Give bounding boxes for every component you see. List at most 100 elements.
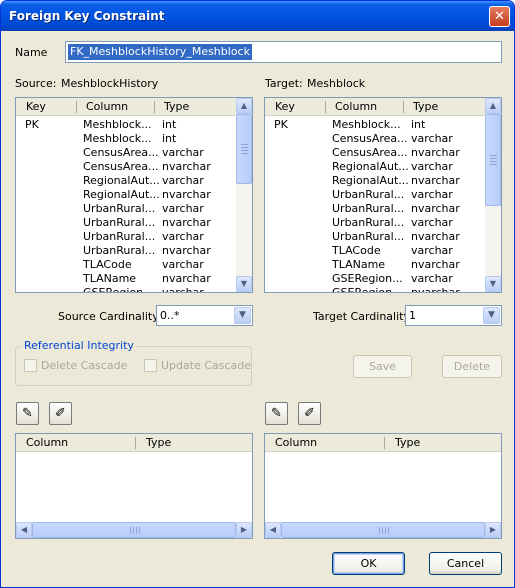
source-list-vscrollbar[interactable]: ▲ ▼	[236, 98, 252, 292]
row-type: int	[162, 118, 177, 131]
source-mapping-hscrollbar[interactable]: ◀ ▶	[16, 522, 252, 538]
table-row[interactable]: UrbanRural... nvarchar	[16, 244, 238, 258]
row-type: nvarchar	[411, 146, 460, 159]
row-type: nvarchar	[411, 202, 460, 215]
scroll-thumb[interactable]	[32, 522, 236, 538]
row-type: nvarchar	[411, 286, 460, 293]
table-row[interactable]: GSERegion... varchar	[16, 286, 238, 292]
target-list-vscrollbar[interactable]: ▲ ▼	[485, 98, 501, 292]
table-row[interactable]: PK Meshblock... int	[265, 118, 487, 132]
table-row[interactable]: CensusArea... varchar	[16, 146, 238, 160]
delete-button[interactable]: Delete	[442, 355, 502, 378]
source-columns-list[interactable]: Key Column Type PK Meshblock... int Meshblo…	[15, 97, 253, 293]
row-column: UrbanRural...	[83, 202, 156, 215]
row-type: nvarchar	[411, 258, 460, 271]
scroll-thumb[interactable]	[236, 114, 252, 184]
chevron-down-icon[interactable]: ▼	[234, 307, 251, 324]
row-type: nvarchar	[162, 160, 211, 173]
pencil-remove-icon: ✐	[304, 406, 315, 421]
source-cardinality-select[interactable]: 0..* ▼	[156, 305, 253, 326]
row-column: TLAName	[83, 272, 137, 285]
target-header-column[interactable]: Column	[335, 100, 377, 113]
table-row[interactable]: CensusArea... nvarchar	[265, 146, 487, 160]
delete-cascade-checkbox[interactable]	[24, 359, 37, 372]
row-type: varchar	[162, 174, 204, 187]
table-row[interactable]: UrbanRural... nvarchar	[265, 230, 487, 244]
scroll-left-icon[interactable]: ◀	[16, 522, 32, 538]
source-mapping-list[interactable]: Column Type ◀ ▶	[15, 433, 253, 539]
scroll-thumb[interactable]	[281, 522, 485, 538]
table-row[interactable]: UrbanRural... nvarchar	[16, 216, 238, 230]
source-header-column[interactable]: Column	[86, 100, 128, 113]
source-add-column-button[interactable]: ✎	[16, 402, 39, 425]
scroll-up-icon[interactable]: ▲	[485, 98, 501, 114]
pencil-add-icon: ✎	[271, 406, 282, 421]
table-row[interactable]: CensusArea... nvarchar	[16, 160, 238, 174]
row-column: CensusArea...	[332, 146, 408, 159]
target-remove-column-button[interactable]: ✐	[298, 402, 321, 425]
row-type: varchar	[162, 146, 204, 159]
update-cascade-checkbox[interactable]	[144, 359, 157, 372]
target-cardinality-select[interactable]: 1 ▼	[405, 305, 502, 326]
row-column: Meshblock...	[332, 118, 401, 131]
table-row[interactable]: PK Meshblock... int	[16, 118, 238, 132]
scroll-left-icon[interactable]: ◀	[265, 522, 281, 538]
target-mapping-list[interactable]: Column Type ◀ ▶	[264, 433, 502, 539]
table-row[interactable]: RegionalAut... varchar	[16, 174, 238, 188]
target-mapping-hscrollbar[interactable]: ◀ ▶	[265, 522, 501, 538]
source-mapping-header-type[interactable]: Type	[146, 436, 171, 449]
source-remove-column-button[interactable]: ✐	[49, 402, 72, 425]
source-mapping-header-column[interactable]: Column	[26, 436, 68, 449]
chevron-down-icon[interactable]: ▼	[483, 307, 500, 324]
scroll-right-icon[interactable]: ▶	[236, 522, 252, 538]
source-table-name: MeshblockHistory	[61, 77, 159, 90]
target-header-key[interactable]: Key	[275, 100, 295, 113]
table-row[interactable]: RegionalAut... nvarchar	[16, 188, 238, 202]
table-row[interactable]: GSERegion... nvarchar	[265, 286, 487, 293]
row-column: TLACode	[332, 244, 381, 257]
table-row[interactable]: Meshblock... int	[16, 132, 238, 146]
ok-button[interactable]: OK	[332, 552, 405, 575]
table-row[interactable]: UrbanRural... varchar	[265, 216, 487, 230]
source-header-key[interactable]: Key	[26, 100, 46, 113]
target-mapping-header-column[interactable]: Column	[275, 436, 317, 449]
close-button[interactable]: ✕	[489, 6, 510, 27]
target-columns-list[interactable]: Key Column Type PK Meshblock... int CensusA…	[264, 97, 502, 293]
table-row[interactable]: TLACode varchar	[16, 258, 238, 272]
cancel-button[interactable]: Cancel	[429, 552, 502, 575]
table-row[interactable]: UrbanRural... varchar	[16, 230, 238, 244]
row-column: RegionalAut...	[332, 160, 409, 173]
table-row[interactable]: RegionalAut... nvarchar	[265, 174, 487, 188]
table-row[interactable]: GSERegion... varchar	[265, 272, 487, 286]
table-row[interactable]: UrbanRural... nvarchar	[265, 202, 487, 216]
name-input-value: FK_MeshblockHistory_Meshblock	[68, 44, 252, 60]
table-row[interactable]: RegionalAut... varchar	[265, 160, 487, 174]
source-mapping-header: Column Type	[16, 434, 252, 452]
row-column: TLACode	[83, 258, 132, 271]
target-label: Target:	[265, 77, 303, 90]
target-add-column-button[interactable]: ✎	[265, 402, 288, 425]
scroll-down-icon[interactable]: ▼	[485, 276, 501, 292]
update-cascade-label: Update Cascade	[161, 359, 252, 372]
table-row[interactable]: UrbanRural... varchar	[265, 188, 487, 202]
table-row[interactable]: UrbanRural... varchar	[16, 202, 238, 216]
source-cardinality-value: 0..*	[160, 309, 180, 322]
target-mapping-header-type[interactable]: Type	[395, 436, 420, 449]
name-input[interactable]: FK_MeshblockHistory_Meshblock	[65, 41, 502, 63]
table-row[interactable]: TLAName nvarchar	[265, 258, 487, 272]
row-column: UrbanRural...	[332, 202, 405, 215]
scroll-right-icon[interactable]: ▶	[485, 522, 501, 538]
target-header-type[interactable]: Type	[413, 100, 438, 113]
save-button[interactable]: Save	[353, 355, 412, 378]
scroll-up-icon[interactable]: ▲	[236, 98, 252, 114]
row-type: nvarchar	[162, 188, 211, 201]
table-row[interactable]: TLAName nvarchar	[16, 272, 238, 286]
row-column: TLAName	[332, 258, 386, 271]
scroll-down-icon[interactable]: ▼	[236, 276, 252, 292]
scroll-thumb[interactable]	[485, 114, 501, 206]
source-header-type[interactable]: Type	[164, 100, 189, 113]
row-type: varchar	[411, 272, 453, 285]
table-row[interactable]: TLACode varchar	[265, 244, 487, 258]
table-row[interactable]: CensusArea... varchar	[265, 132, 487, 146]
row-type: varchar	[411, 188, 453, 201]
